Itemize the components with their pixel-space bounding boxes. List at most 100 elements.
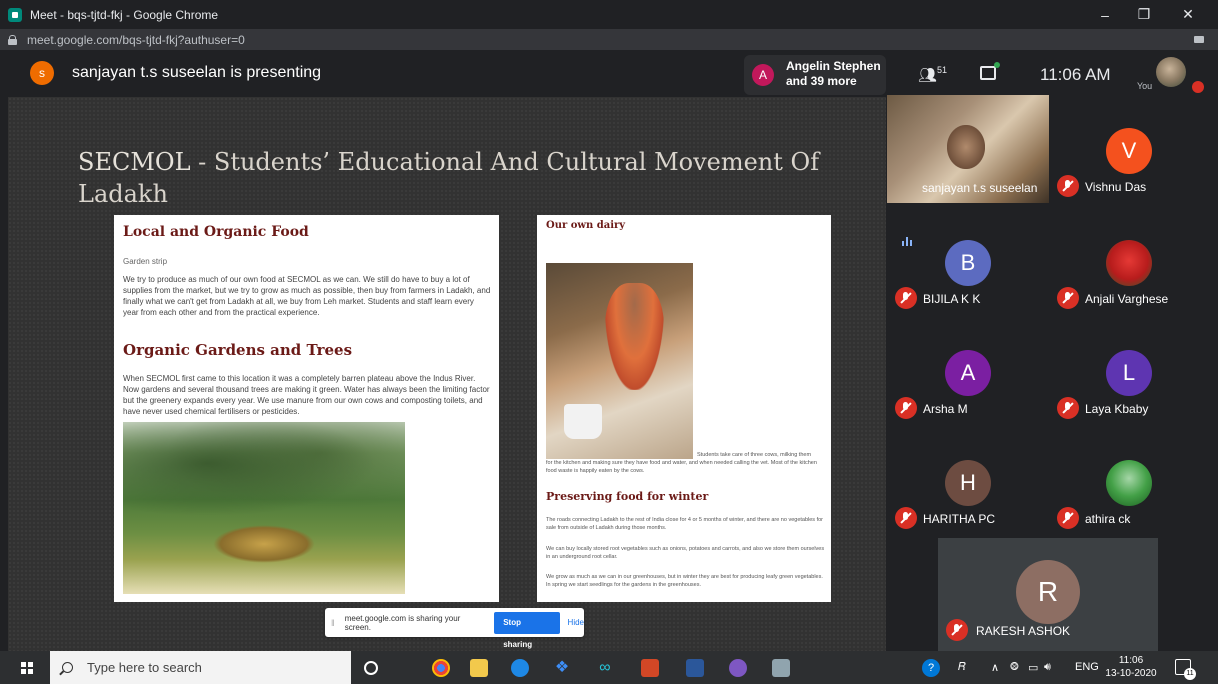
minimize-button[interactable]: –: [1085, 0, 1125, 29]
broken-image-label: Garden strip: [123, 257, 168, 266]
speaking-indicator-icon: [902, 236, 912, 246]
participant-name-haritha-pc: HARITHA PC: [923, 512, 996, 526]
avatar-arsha-m: A: [945, 350, 991, 396]
slide-page-left: Local and Organic Food Garden strip We t…: [114, 215, 499, 602]
self-view-thumbnail[interactable]: [1156, 57, 1186, 87]
battery-icon[interactable]: ▭: [1028, 661, 1038, 674]
avatar-athira-ck: [1106, 460, 1152, 506]
self-mic-muted-icon: [1192, 81, 1204, 93]
presenter-tile-name: sanjayan t.s suseelan: [922, 181, 1038, 195]
restore-button[interactable]: ❐: [1124, 0, 1164, 29]
participant-name-bijila-kk: BIJILA K K: [923, 292, 981, 306]
lock-icon: [8, 34, 17, 45]
camera-indicator-icon[interactable]: [1194, 36, 1204, 43]
paragraph-root-vegetables: We can buy locally stored root vegetable…: [546, 546, 825, 560]
sharing-message: meet.google.com is sharing your screen.: [344, 613, 461, 632]
meet-favicon-icon: [8, 7, 22, 22]
windows-taskbar: Type here to search ❖ ∞ ? 𝑅 ∧ ⨷ ▭ 🔊︎ ENG…: [0, 651, 1218, 684]
browser-title-bar: Meet - bqs-tjtd-fkj - Google Chrome – ❐ …: [0, 0, 1218, 29]
network-icon[interactable]: ⨷: [1010, 661, 1019, 674]
presenter-avatar: s: [30, 61, 54, 85]
address-bar[interactable]: meet.google.com/bqs-tjtd-fkj?authuser=0: [0, 29, 1218, 50]
action-center-icon[interactable]: 11: [1175, 659, 1196, 680]
people-icon: 👥︎: [918, 67, 938, 84]
garden-photo: [123, 422, 405, 594]
taskbar-search-box[interactable]: Type here to search: [50, 651, 351, 684]
paragraph-organic-gardens: When SECMOL first came to this location …: [123, 374, 490, 416]
heading-local-organic-food: Local and Organic Food: [123, 224, 309, 240]
mic-muted-icon: [1057, 397, 1079, 419]
heading-organic-gardens: Organic Gardens and Trees: [123, 341, 353, 359]
paragraph-local-food: We try to produce as much of our own foo…: [123, 275, 491, 317]
search-placeholder: Type here to search: [87, 660, 202, 675]
meet-stage: s sanjayan t.s suseelan is presenting A …: [0, 50, 1218, 651]
dairy-caption: for the kitchen and making sure they hav…: [546, 460, 817, 474]
mic-muted-icon: [1057, 287, 1079, 309]
cortana-icon[interactable]: [364, 661, 378, 675]
participant-name-anjali-varghese: Anjali Varghese: [1085, 292, 1169, 306]
window-title: Meet - bqs-tjtd-fkj - Google Chrome: [30, 7, 219, 22]
close-button[interactable]: ✕: [1168, 0, 1208, 29]
network-app-icon[interactable]: [772, 659, 790, 677]
presenting-banner: s sanjayan t.s suseelan is presenting: [0, 50, 740, 96]
paragraph-greenhouses: We grow as much as we can in our greenho…: [546, 574, 823, 588]
presented-screen: SECMOL - Students’ Educational And Cultu…: [8, 97, 886, 651]
taskbar-clock[interactable]: 11:06 13-10-2020: [1105, 654, 1157, 680]
slide-title: SECMOL - Students’ Educational And Cultu…: [78, 148, 820, 208]
mic-muted-icon: [895, 507, 917, 529]
file-explorer-icon[interactable]: [470, 659, 488, 677]
participants-pill[interactable]: A Angelin Stephen and 39 more: [744, 55, 886, 95]
avatar-rakesh-ashok: R: [1016, 560, 1080, 624]
heading-our-own-dairy: Our own dairy: [546, 220, 626, 231]
meet-top-bar: A Angelin Stephen and 39 more 👥︎51 11:06…: [744, 55, 1218, 95]
avatar-bijila-kk: B: [945, 240, 991, 286]
show-hidden-icons-chevron-icon[interactable]: ∧: [991, 661, 999, 674]
volume-icon[interactable]: 🔊︎: [1044, 661, 1051, 674]
chrome-icon[interactable]: [432, 659, 450, 677]
windows-start-icon[interactable]: [21, 662, 33, 674]
self-view-label: You: [1137, 81, 1153, 91]
dairy-caption-right: Students take care of three cows, milkin…: [697, 452, 812, 458]
mic-muted-icon: [1057, 175, 1079, 197]
stop-sharing-button[interactable]: Stop sharing: [494, 611, 560, 649]
avatar-haritha-pc: H: [945, 460, 991, 506]
presenting-text: sanjayan t.s suseelan is presenting: [72, 64, 322, 81]
edge-icon[interactable]: [511, 659, 529, 677]
hide-sharing-bar-button[interactable]: Hide: [568, 618, 584, 627]
paint-icon[interactable]: [729, 659, 747, 677]
avatar-vishnu-das: V: [1106, 128, 1152, 174]
dairy-photo: [546, 263, 693, 459]
participant-avatar: A: [752, 64, 774, 86]
help-icon[interactable]: ?: [922, 659, 940, 677]
heading-preserving-food: Preserving food for winter: [546, 490, 709, 503]
people-count: 51: [937, 65, 948, 75]
input-language[interactable]: ENG: [1075, 661, 1099, 673]
paragraph-roads: The roads connecting Ladakh to the rest …: [546, 517, 824, 531]
meet-clock: 11:06 AM: [1040, 65, 1111, 84]
slide-page-right: Our own dairy Students take care of thre…: [537, 215, 831, 602]
notification-count: 11: [1184, 668, 1196, 680]
participant-name-laya-kbaby: Laya Kbaby: [1085, 402, 1149, 416]
participants-pill-text: Angelin Stephen and 39 more: [786, 59, 881, 88]
people-button[interactable]: 👥︎51: [918, 65, 948, 84]
participant-name-athira-ck: athira ck: [1085, 512, 1131, 526]
mic-muted-icon: [1057, 507, 1079, 529]
word-icon[interactable]: [686, 659, 704, 677]
participant-name-arsha-m: Arsha M: [923, 402, 968, 416]
infinity-app-icon[interactable]: ∞: [596, 659, 614, 677]
participant-name-rakesh-ashok: RAKESH ASHOK: [976, 624, 1071, 638]
participant-name-vishnu-das: Vishnu Das: [1085, 180, 1147, 194]
mic-muted-icon: [895, 287, 917, 309]
mic-muted-icon: [946, 619, 968, 641]
avatar-anjali-varghese: [1106, 240, 1152, 286]
url-text[interactable]: meet.google.com/bqs-tjtd-fkj?authuser=0: [27, 33, 245, 47]
mic-muted-icon: [895, 397, 917, 419]
search-icon: [62, 662, 73, 673]
dropbox-icon[interactable]: ❖: [553, 659, 571, 677]
drag-handle-icon[interactable]: ‖: [331, 618, 335, 628]
chat-icon[interactable]: [980, 62, 1000, 80]
powerpoint-icon[interactable]: [641, 659, 659, 677]
avatar-laya-kbaby: L: [1106, 350, 1152, 396]
screen-sharing-bar: ‖ meet.google.com is sharing your screen…: [325, 608, 584, 649]
people-tray-icon[interactable]: 𝑅: [958, 661, 966, 674]
